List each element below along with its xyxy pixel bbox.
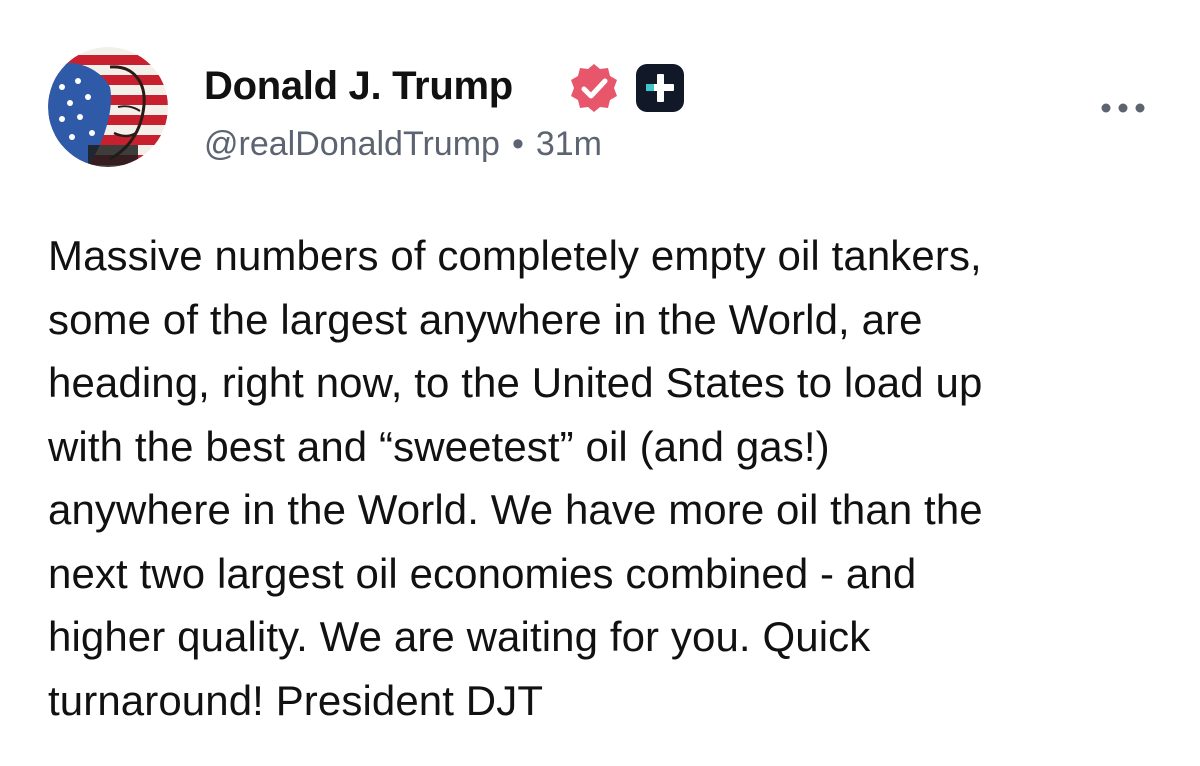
post-body-line: Massive numbers of completely empty oil … — [48, 232, 982, 279]
post-body-line: higher quality. We are waiting for you. … — [48, 613, 871, 660]
author-avatar[interactable] — [48, 47, 168, 167]
meta-separator: • — [511, 125, 524, 163]
author-handle[interactable]: @realDonaldTrump — [204, 125, 500, 163]
post-body-line: with the best and “sweetest” oil (and ga… — [48, 422, 830, 470]
avatar-image — [48, 47, 168, 167]
author-display-name[interactable]: Donald J. Trump — [204, 60, 513, 112]
post-body-text: Massive numbers of completely empty oil … — [48, 224, 1158, 732]
plus-badge-icon — [636, 64, 684, 112]
author-meta: @realDonaldTrump • 31m — [204, 122, 602, 166]
post-body-line: turnaround! President DJT — [48, 676, 544, 724]
post-body-line: next two largest oil economies combined … — [48, 549, 917, 597]
post-body-line: anywhere in the World. We have more oil … — [48, 486, 983, 533]
verified-badge-icon — [568, 62, 620, 114]
post-timestamp[interactable]: 31m — [536, 125, 602, 163]
post-card: Donald J. Trump @realDonaldTrump • 31m Mas… — [0, 0, 1200, 766]
post-body-line: heading, right now, to the United States… — [48, 359, 983, 406]
post-body-line: some of the largest anywhere in the Worl… — [48, 295, 923, 343]
more-options-icon — [1101, 103, 1145, 113]
more-options-button[interactable] — [1098, 96, 1148, 120]
